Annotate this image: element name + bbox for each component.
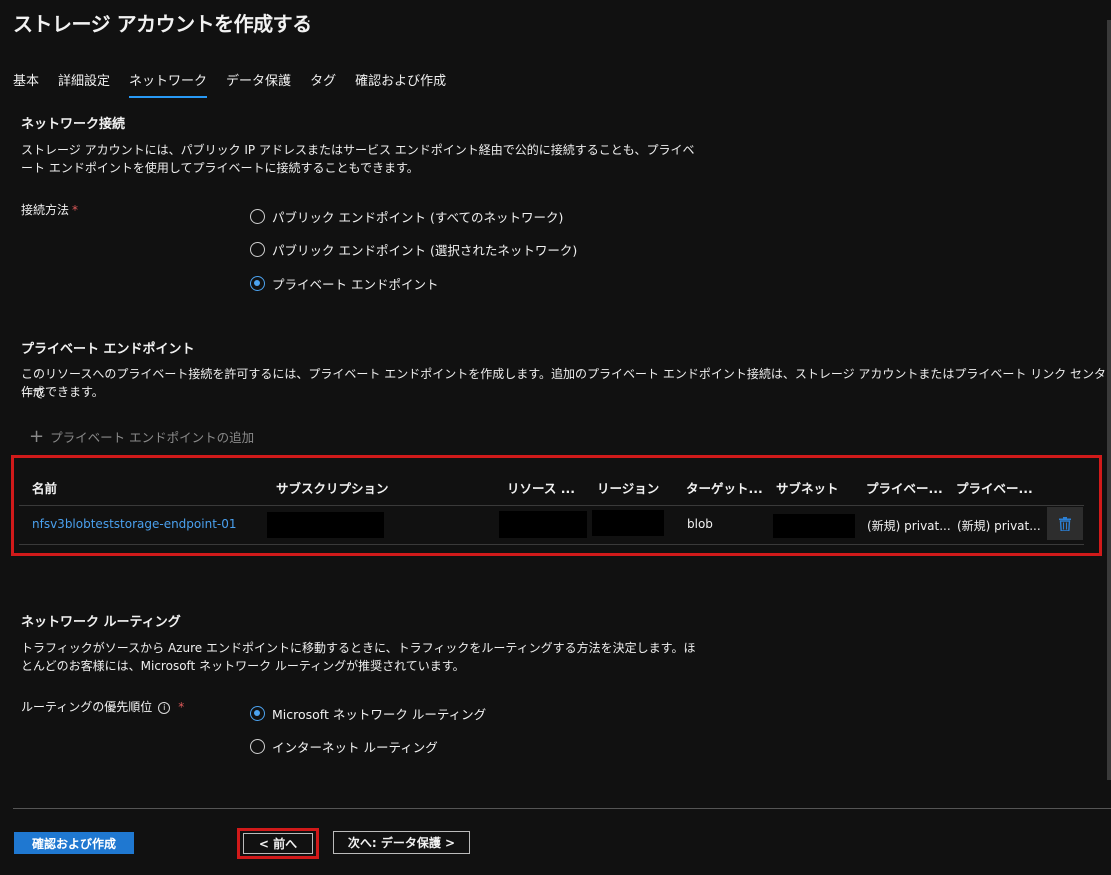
- tab-advanced[interactable]: 詳細設定: [58, 70, 110, 98]
- column-header-subnet: サブネット: [776, 481, 839, 496]
- routing-priority-label-text: ルーティングの優先順位: [21, 700, 153, 714]
- radio-internet-routing[interactable]: インターネット ルーティング: [250, 737, 438, 756]
- column-header-region: リージョン: [597, 481, 660, 496]
- radio-public-all-networks[interactable]: パブリック エンドポイント (すべてのネットワーク): [250, 207, 563, 226]
- review-create-button[interactable]: 確認および作成: [14, 832, 134, 854]
- radio-circle-selected[interactable]: [250, 276, 265, 291]
- redacted-subnet: [773, 514, 855, 538]
- footer-divider: [13, 808, 1111, 809]
- tab-bar: 基本 詳細設定 ネットワーク データ保護 タグ 確認および作成: [13, 70, 465, 98]
- radio-circle[interactable]: [250, 209, 265, 224]
- radio-circle[interactable]: [250, 739, 265, 754]
- add-private-endpoint-button[interactable]: + プライベート エンドポイントの追加: [29, 426, 254, 447]
- table-divider: [19, 544, 1084, 545]
- scrollbar[interactable]: [1107, 20, 1111, 780]
- network-connection-description-line1: ストレージ アカウントには、パブリック IP アドレスまたはサービス エンドポイ…: [21, 143, 695, 157]
- redacted-resource-group: [499, 511, 587, 538]
- radio-label: プライベート エンドポイント: [272, 277, 439, 292]
- radio-public-selected-networks[interactable]: パブリック エンドポイント (選択されたネットワーク): [250, 240, 577, 259]
- tab-networking[interactable]: ネットワーク: [129, 70, 208, 98]
- radio-private-endpoint[interactable]: プライベート エンドポイント: [250, 274, 438, 293]
- radio-label: パブリック エンドポイント (選択されたネットワーク): [272, 243, 578, 258]
- trash-icon: [1059, 516, 1071, 531]
- tab-review-create[interactable]: 確認および作成: [355, 70, 446, 98]
- routing-description-line1: トラフィックがソースから Azure エンドポイントに移動するときに、トラフィッ…: [21, 641, 696, 655]
- network-connection-description-line2: ート エンドポイントを使用してプライベートに接続することもできます。: [21, 161, 419, 175]
- next-data-protection-button[interactable]: 次へ: データ保護 >: [333, 831, 470, 854]
- column-header-target: ターゲット...: [686, 481, 763, 496]
- radio-microsoft-routing[interactable]: Microsoft ネットワーク ルーティング: [250, 704, 486, 723]
- column-header-name: 名前: [32, 481, 58, 496]
- column-header-private-2: プライベー...: [956, 481, 1033, 496]
- info-icon[interactable]: i: [158, 702, 171, 714]
- endpoint-name-link[interactable]: nfsv3blobteststorage-endpoint-01: [32, 517, 237, 531]
- table-divider: [19, 505, 1084, 506]
- column-header-subscription: サブスクリプション: [276, 481, 389, 496]
- endpoint-target: blob: [687, 517, 713, 531]
- radio-label: Microsoft ネットワーク ルーティング: [272, 707, 487, 722]
- radio-label: パブリック エンドポイント (すべてのネットワーク): [272, 210, 564, 225]
- delete-endpoint-button[interactable]: [1047, 507, 1083, 540]
- network-connection-heading: ネットワーク接続: [21, 117, 126, 132]
- radio-circle[interactable]: [250, 242, 265, 257]
- more-options-icon[interactable]: …: [297, 10, 311, 26]
- column-header-private-1: プライベー...: [866, 481, 943, 496]
- private-endpoint-description-line2: 作成できます。: [21, 385, 104, 399]
- radio-circle-selected[interactable]: [250, 706, 265, 721]
- private-endpoint-description-line1: このリソースへのプライベート接続を許可するには、プライベート エンドポイントを作…: [21, 367, 1107, 401]
- endpoint-private-dns-1: (新規) privat...: [867, 519, 951, 533]
- radio-label: インターネット ルーティング: [272, 740, 438, 755]
- tab-tags[interactable]: タグ: [310, 70, 336, 98]
- column-header-resource: リソース ...: [507, 481, 575, 496]
- routing-heading: ネットワーク ルーティング: [21, 615, 181, 630]
- required-mark: *: [72, 203, 79, 217]
- page-title: ストレージ アカウントを作成する: [13, 12, 312, 36]
- add-private-endpoint-label: プライベート エンドポイントの追加: [50, 430, 255, 445]
- routing-priority-label: ルーティングの優先順位 i *: [21, 698, 184, 715]
- plus-icon: +: [29, 426, 45, 447]
- tab-basics[interactable]: 基本: [13, 70, 39, 98]
- connection-method-label: 接続方法 *: [21, 201, 78, 218]
- redacted-region: [592, 510, 664, 536]
- required-mark: *: [178, 700, 185, 714]
- connection-method-label-text: 接続方法: [21, 203, 70, 217]
- previous-button[interactable]: < 前へ: [243, 833, 313, 854]
- private-endpoint-heading: プライベート エンドポイント: [21, 342, 195, 357]
- tab-data-protection[interactable]: データ保護: [226, 70, 291, 98]
- redacted-subscription: [267, 512, 384, 538]
- routing-description-line2: とんどのお客様には、Microsoft ネットワーク ルーティングが推奨されてい…: [21, 659, 465, 673]
- endpoint-private-dns-2: (新規) privat...: [957, 519, 1041, 533]
